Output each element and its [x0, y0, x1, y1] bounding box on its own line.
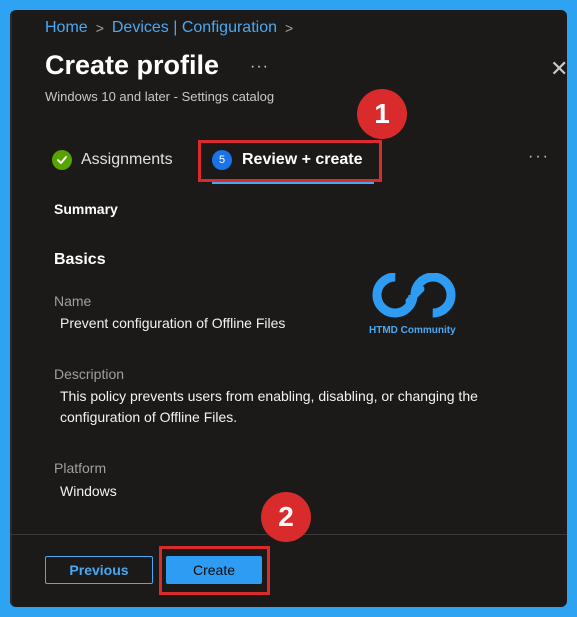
- page-subtitle: Windows 10 and later - Settings catalog: [45, 89, 275, 104]
- breadcrumb-devices-configuration-link[interactable]: Devices | Configuration: [112, 19, 277, 37]
- description-value: This policy prevents users from enabling…: [60, 388, 478, 425]
- review-tab-highlight-box: [198, 140, 382, 182]
- tab-assignments[interactable]: Assignments: [52, 150, 173, 170]
- create-button-highlight-box: [159, 546, 270, 595]
- breadcrumb: Home > Devices | Configuration >: [45, 19, 293, 37]
- breadcrumb-separator-icon: >: [95, 20, 104, 36]
- summary-heading: Summary: [54, 201, 118, 217]
- description-label: Description: [54, 366, 125, 382]
- breadcrumb-separator-icon: >: [285, 20, 294, 36]
- watermark-text: HTMD Community: [369, 325, 456, 336]
- name-label: Name: [54, 293, 92, 309]
- annotation-badge-1: 1: [357, 89, 407, 139]
- page-title: Create profile: [45, 50, 220, 80]
- basics-heading: Basics: [54, 251, 106, 268]
- annotation-badge-2: 2: [261, 492, 311, 542]
- checkmark-icon: [52, 150, 72, 170]
- previous-button[interactable]: Previous: [45, 556, 153, 584]
- more-options-icon[interactable]: ···: [250, 58, 269, 76]
- breadcrumb-home-link[interactable]: Home: [45, 19, 88, 37]
- scrollbar[interactable]: [10, 10, 12, 607]
- close-icon[interactable]: ✕: [550, 58, 567, 80]
- platform-label: Platform: [54, 460, 107, 476]
- tabs-more-icon[interactable]: ···: [528, 148, 550, 166]
- tab-assignments-label: Assignments: [81, 151, 173, 168]
